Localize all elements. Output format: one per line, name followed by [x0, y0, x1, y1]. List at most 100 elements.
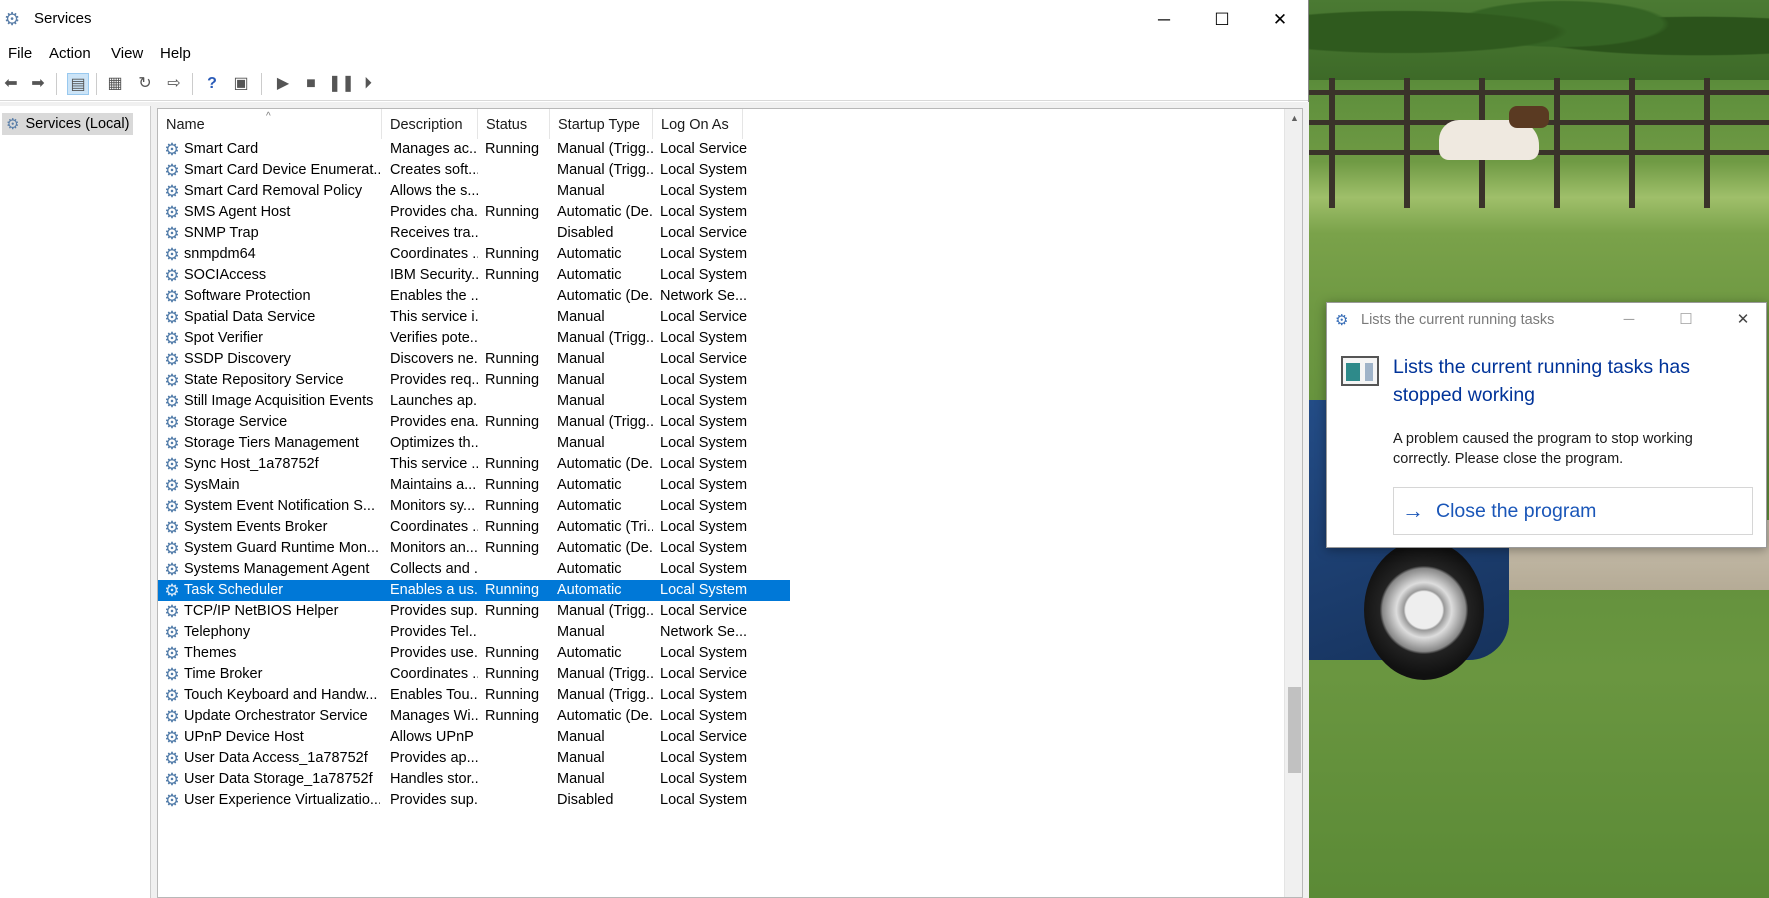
cell-status	[485, 181, 551, 202]
cell-status: Running	[485, 141, 540, 157]
minimize-button[interactable]: ─	[1135, 0, 1193, 40]
cell-name: Update Orchestrator Service	[184, 708, 368, 724]
service-row[interactable]: ⚙ Update Orchestrator Service Manages Wi..…	[158, 706, 790, 727]
stop-service-icon[interactable]: ■	[300, 73, 322, 95]
service-row[interactable]: ⚙ snmpdm64 Coordinates ... Running Automatic…	[158, 244, 790, 265]
maximize-button[interactable]: ☐	[1193, 0, 1251, 40]
application-window-icon	[1341, 356, 1379, 386]
menu-action[interactable]: Action	[49, 45, 91, 62]
cell-status: Running	[485, 708, 540, 724]
menu-view[interactable]: View	[111, 45, 143, 62]
column-startup-type[interactable]: Startup Type	[550, 109, 653, 139]
scroll-up-icon[interactable]: ▲	[1285, 109, 1302, 127]
service-row[interactable]: ⚙ System Events Broker Coordinates ... Runn…	[158, 517, 790, 538]
restart-service-icon[interactable]: ⏵	[357, 73, 379, 95]
service-row[interactable]: ⚙ System Event Notification S... Monitors …	[158, 496, 790, 517]
cell-status	[485, 391, 551, 412]
cell-status	[485, 286, 551, 307]
cell-startup: Manual	[557, 624, 605, 640]
cell-name: Telephony	[184, 624, 251, 640]
service-row[interactable]: ⚙ Storage Tiers Management Optimizes th...…	[158, 433, 790, 454]
service-row[interactable]: ⚙ System Guard Runtime Mon... Monitors an.…	[158, 538, 790, 559]
service-row[interactable]: ⚙ User Data Storage_1a78752f Handles stor.…	[158, 769, 790, 790]
dialog-maximize-button[interactable]: ☐	[1663, 303, 1709, 337]
service-gear-icon: ⚙	[164, 266, 180, 285]
service-row[interactable]: ⚙ SMS Agent Host Provides cha... Running Aut…	[158, 202, 790, 223]
menu-file[interactable]: File	[8, 45, 32, 62]
service-gear-icon: ⚙	[164, 749, 180, 768]
service-row[interactable]: ⚙ User Data Access_1a78752f Provides ap...…	[158, 748, 790, 769]
cell-startup: Manual (Trigg...	[557, 687, 653, 703]
service-row[interactable]: ⚙ Spot Verifier Verifies pote... Manual (Tr…	[158, 328, 790, 349]
service-row[interactable]: ⚙UPnP Device Host Allows UPnP ... Manual Lo…	[158, 727, 790, 748]
properties-icon[interactable]: ▦	[104, 73, 126, 95]
service-row[interactable]: ⚙ Task Scheduler Enables a us... Running Aut…	[158, 580, 790, 601]
pause-service-icon[interactable]: ❚❚	[328, 73, 355, 95]
service-row[interactable]: ⚙ State Repository Service Provides req...…	[158, 370, 790, 391]
service-row[interactable]: ⚙ Sync Host_1a78752f This service ... Runni…	[158, 454, 790, 475]
service-row[interactable]: ⚙ SSDP Discovery Discovers ne... Running Man…	[158, 349, 790, 370]
column-name[interactable]: Name ^	[158, 109, 382, 139]
tree-item-services-local[interactable]: ⚙ Services (Local)	[2, 113, 134, 135]
cell-status: Running	[485, 246, 540, 262]
show-hide-console-tree-icon[interactable]: ▤	[67, 73, 89, 95]
service-row[interactable]: ⚙ Smart Card Removal Policy Allows the s..…	[158, 181, 790, 202]
title-bar[interactable]: ⚙ Services ─ ☐ ✕	[0, 0, 1308, 40]
help-icon[interactable]: ?	[201, 73, 223, 95]
service-row[interactable]: ⚙ Spatial Data Service This service i... Ma…	[158, 307, 790, 328]
cell-logon: Local Service	[660, 666, 748, 682]
vertical-scrollbar[interactable]: ▲	[1284, 109, 1302, 897]
menu-help[interactable]: Help	[160, 45, 191, 62]
cell-startup: Manual	[557, 372, 605, 388]
service-row[interactable]: ⚙ Smart Card Manages ac... Running Manual (T…	[158, 139, 790, 160]
service-row[interactable]: ⚙ Systems Management Agent Collects and ..…	[158, 559, 790, 580]
service-row[interactable]: ⚙ TCP/IP NetBIOS Helper Provides sup... Run…	[158, 601, 790, 622]
service-row[interactable]: ⚙ Still Image Acquisition Events Launches …	[158, 391, 790, 412]
cell-description: Manages Wi...	[390, 708, 478, 724]
dialog-close-button[interactable]: ✕	[1720, 303, 1766, 337]
forward-arrow-icon[interactable]: ➡	[27, 73, 49, 95]
wallpaper-trees	[1309, 0, 1769, 80]
close-program-button[interactable]: → Close the program	[1393, 487, 1753, 535]
column-log-on-as[interactable]: Log On As	[653, 109, 743, 139]
cell-logon: Local Service	[660, 603, 748, 619]
service-row[interactable]: ⚙ SysMain Maintains a... Running Automatic Lo…	[158, 475, 790, 496]
cell-logon: Local System	[660, 687, 748, 703]
toolbar: ⬅ ➡ ▤ ▦ ↻ ⇨ ? ▣ ▶ ■ ❚❚ ⏵	[0, 67, 1308, 101]
cell-name: Storage Tiers Management	[184, 435, 359, 451]
export-list-icon[interactable]: ⇨	[163, 73, 185, 95]
service-row[interactable]: ⚙ Themes Provides use... Running Automatic Lo…	[158, 643, 790, 664]
error-dialog: ⚙ Lists the current running tasks ─ ☐ ✕ …	[1326, 302, 1767, 548]
right-arrow-icon: →	[1402, 498, 1424, 523]
service-row[interactable]: ⚙ SOCIAccess IBM Security... Running Automat…	[158, 265, 790, 286]
service-row[interactable]: ⚙ Telephony Provides Tel... Manual Network S…	[158, 622, 790, 643]
cell-startup: Automatic	[557, 498, 622, 514]
service-row[interactable]: ⚙ User Experience Virtualizatio... Provide…	[158, 790, 790, 811]
cell-startup: Disabled	[557, 792, 614, 808]
service-row[interactable]: ⚙ SNMP Trap Receives tra... Disabled Local S…	[158, 223, 790, 244]
back-arrow-icon[interactable]: ⬅	[0, 73, 22, 95]
console-view-icon[interactable]: ▣	[230, 73, 252, 95]
service-row[interactable]: ⚙ Smart Card Device Enumerat... Creates so…	[158, 160, 790, 181]
service-gear-icon: ⚙	[164, 602, 180, 621]
service-row[interactable]: ⚙ Touch Keyboard and Handw... Enables Tou.…	[158, 685, 790, 706]
close-button[interactable]: ✕	[1251, 0, 1309, 40]
cell-startup: Manual (Trigg...	[557, 330, 653, 346]
start-service-icon[interactable]: ▶	[272, 73, 294, 95]
scrollbar-thumb[interactable]	[1288, 687, 1301, 773]
services-list: Name ^ Description Status Startup Type L…	[157, 108, 1303, 898]
service-row[interactable]: ⚙ Storage Service Provides ena... Running Ma…	[158, 412, 790, 433]
service-row[interactable]: ⚙ Software Protection Enables the ... Autom…	[158, 286, 790, 307]
cell-description: Collects and ...	[390, 561, 478, 577]
cell-logon: Local System	[660, 645, 748, 661]
column-description[interactable]: Description	[382, 109, 478, 139]
cell-status	[485, 622, 551, 643]
column-status[interactable]: Status	[478, 109, 550, 139]
refresh-icon[interactable]: ↻	[134, 73, 156, 95]
cell-logon: Local System	[660, 246, 748, 262]
dialog-minimize-button[interactable]: ─	[1606, 303, 1652, 337]
service-row[interactable]: ⚙ Time Broker Coordinates ... Running Manual…	[158, 664, 790, 685]
cell-name: User Experience Virtualizatio...	[184, 792, 380, 808]
cell-name: User Data Storage_1a78752f	[184, 771, 373, 787]
cell-description: Provides ap...	[390, 750, 478, 766]
